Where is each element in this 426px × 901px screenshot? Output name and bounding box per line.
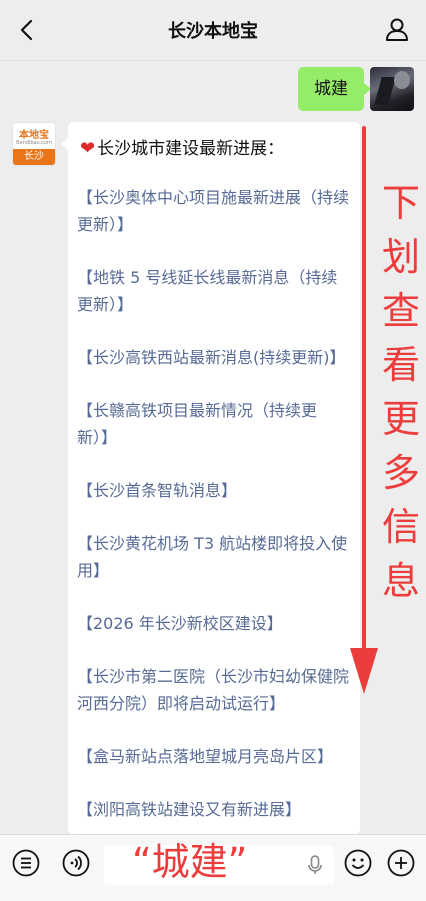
scroll-hint-char: 信 bbox=[381, 505, 420, 549]
user-avatar[interactable] bbox=[370, 67, 414, 111]
bot-message-bubble: ❤ 长沙城市建设最新进展： 【长沙奥体中心项目施最新进展（持续更新）】 【地铁 5… bbox=[68, 122, 360, 834]
scroll-hint-char: 息 bbox=[381, 559, 420, 603]
scroll-hint-char: 更 bbox=[381, 397, 420, 441]
microphone-icon[interactable] bbox=[308, 855, 322, 875]
link-item[interactable]: 【长沙高铁西站最新消息(持续更新)】 bbox=[77, 344, 349, 371]
scroll-hint-char: 下 bbox=[381, 181, 420, 225]
scroll-hint-char: 看 bbox=[381, 343, 420, 387]
user-message-bubble[interactable]: 城建 bbox=[298, 67, 371, 111]
page-title: 长沙本地宝 bbox=[168, 21, 258, 42]
message-heading: ❤ 长沙城市建设最新进展： bbox=[80, 134, 284, 159]
scroll-hint-text: 下 划 查 看 更 多 信 息 bbox=[378, 176, 424, 608]
link-item[interactable]: 【2026 年长沙新校区建设】 bbox=[77, 610, 349, 637]
link-list: 【长沙奥体中心项目施最新进展（持续更新）】 【地铁 5 号线延长线最新消息（持续… bbox=[77, 184, 349, 834]
bot-avatar-city: 长沙 bbox=[13, 149, 55, 165]
link-item[interactable]: 【盒马新站点落地望城月亮岛片区】 bbox=[77, 743, 349, 770]
link-item[interactable]: 【长沙首条智轨消息】 bbox=[77, 477, 349, 504]
link-item[interactable]: 【长沙黄花机场 T3 航站楼即将投入使用】 bbox=[77, 530, 349, 584]
scroll-hint-char: 多 bbox=[381, 451, 420, 495]
menu-list-icon[interactable] bbox=[12, 849, 40, 877]
link-item[interactable]: 【长赣高铁项目最新情况（持续更新）】 bbox=[77, 397, 349, 451]
keyword-overlay-text: “城建” bbox=[132, 840, 248, 884]
heart-icon: ❤ bbox=[80, 138, 96, 159]
bot-avatar-domain: Bendibao.com bbox=[16, 140, 52, 146]
emoji-icon[interactable] bbox=[344, 849, 372, 877]
bot-avatar[interactable]: 本地宝 Bendibao.com 长沙 bbox=[12, 122, 56, 166]
plus-icon[interactable] bbox=[387, 849, 415, 877]
link-item[interactable]: 【长沙奥体中心项目施最新进展（持续更新）】 bbox=[77, 184, 349, 238]
voice-icon[interactable] bbox=[62, 849, 90, 877]
link-item[interactable]: 【浏阳高铁站建设又有新进展】 bbox=[77, 796, 349, 823]
link-item[interactable]: 【长沙市第二医院（长沙市妇幼保健院河西分院）即将启动试运行】 bbox=[77, 663, 349, 717]
message-heading-text: 长沙城市建设最新进展： bbox=[97, 139, 285, 159]
scroll-hint-char: 划 bbox=[381, 235, 420, 279]
bot-avatar-logo: 本地宝 bbox=[19, 130, 49, 141]
person-icon[interactable] bbox=[384, 16, 410, 42]
scroll-hint-char: 查 bbox=[381, 289, 420, 333]
link-item[interactable]: 【地铁 5 号线延长线最新消息（持续更新）】 bbox=[77, 264, 349, 318]
top-bar: 长沙本地宝 bbox=[0, 0, 426, 61]
